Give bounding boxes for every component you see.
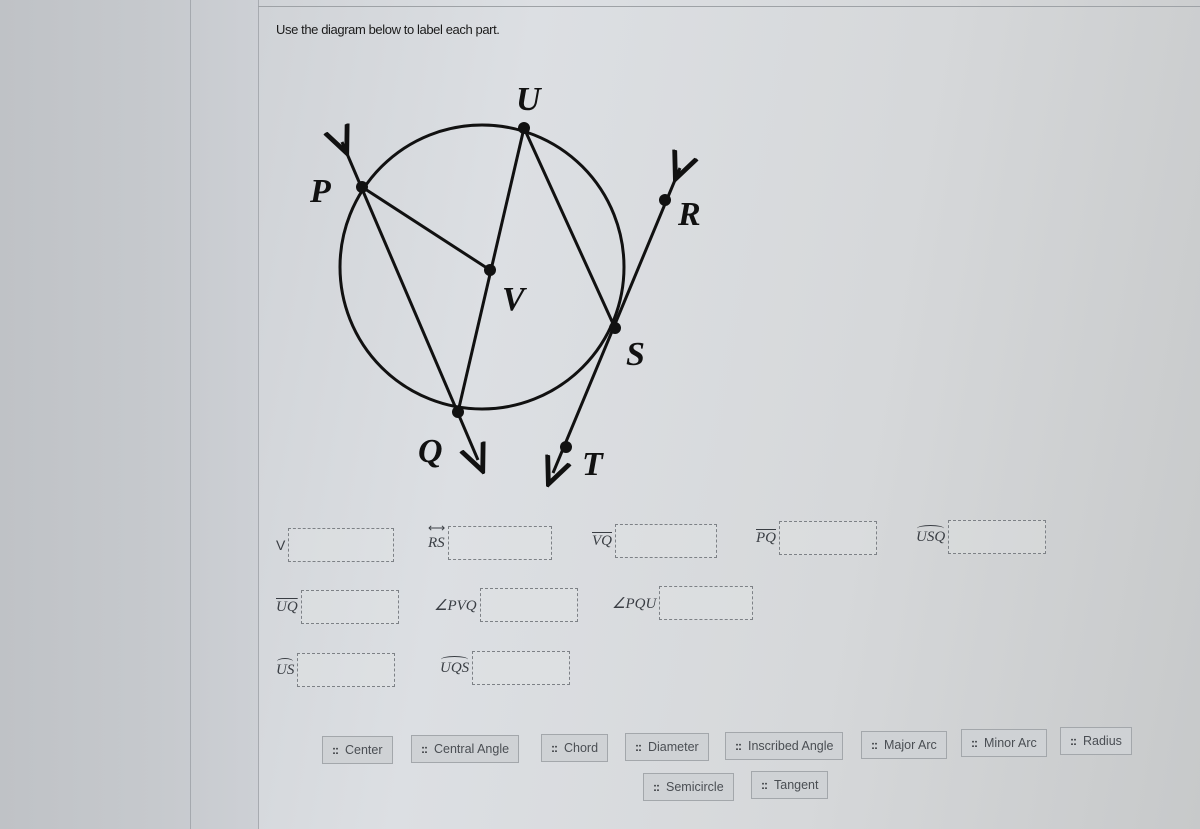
label-q: Q [418, 433, 443, 470]
field-label: UQ [276, 598, 298, 615]
segment-pv [361, 185, 491, 272]
circle [338, 123, 626, 411]
chip-label: Center [345, 743, 383, 757]
field-pqu: ∠PQU [612, 586, 754, 620]
drop-zone-v[interactable] [288, 528, 395, 562]
label-p: P [309, 173, 331, 210]
point-p [356, 181, 368, 193]
point-t [560, 441, 572, 453]
left-panel [0, 0, 259, 829]
label-u: U [516, 81, 543, 118]
drag-handle-icon: :: [761, 778, 768, 792]
chip-label: Semicircle [666, 780, 724, 794]
chip-label: Radius [1083, 734, 1122, 748]
drag-handle-icon: :: [971, 736, 978, 750]
drop-zone-us[interactable] [297, 653, 396, 687]
segment-us [522, 127, 617, 329]
field-pvq: ∠PVQ [434, 588, 578, 622]
field-label: UQS [440, 655, 470, 676]
answer-chip-center[interactable]: :: Center [322, 736, 393, 764]
field-label: V [276, 537, 286, 553]
drag-handle-icon: :: [871, 738, 878, 752]
point-s [609, 322, 621, 334]
field-v: V [276, 528, 395, 562]
drag-handle-icon: :: [735, 739, 742, 753]
drag-handle-icon: :: [653, 780, 660, 794]
drop-zone-usq[interactable] [948, 520, 1047, 554]
label-t: T [582, 446, 604, 483]
drag-handle-icon: :: [551, 741, 558, 755]
chip-label: Diameter [648, 740, 699, 754]
point-v [484, 264, 496, 276]
label-v: V [502, 281, 527, 318]
answer-chip-central-angle[interactable]: :: Central Angle [411, 735, 520, 763]
point-r [659, 194, 671, 206]
answer-chip-diameter[interactable]: :: Diameter [625, 733, 709, 761]
field-label: PQ [756, 529, 776, 546]
field-label: ∠PVQ [434, 597, 477, 614]
drop-zone-vq[interactable] [615, 524, 717, 558]
panel-divider [190, 0, 191, 829]
field-us: US [276, 653, 396, 687]
field-pq: PQ [756, 521, 877, 555]
drop-zone-pqu[interactable] [659, 586, 754, 620]
field-uqs: UQS [440, 651, 571, 685]
drag-handle-icon: :: [635, 740, 642, 754]
point-u [518, 122, 530, 134]
field-usq: USQ [916, 520, 1047, 554]
answer-chip-tangent[interactable]: :: Tangent [751, 771, 829, 799]
chip-label: Tangent [774, 778, 819, 792]
instruction-text: Use the diagram below to label each part… [276, 22, 500, 37]
field-vq: VQ [592, 524, 717, 558]
answer-chip-major-arc[interactable]: :: Major Arc [861, 731, 947, 759]
drop-zone-uq[interactable] [300, 590, 399, 624]
answer-chip-semicircle[interactable]: :: Semicircle [643, 773, 734, 801]
field-label: ∠PQU [612, 595, 657, 612]
drop-zone-pvq[interactable] [479, 588, 578, 622]
field-rs: RS [428, 521, 552, 560]
chip-label: Inscribed Angle [748, 739, 834, 753]
answer-chip-inscribed-angle[interactable]: :: Inscribed Angle [725, 732, 844, 760]
chip-label: Chord [564, 741, 599, 755]
drop-zone-pq[interactable] [779, 521, 877, 555]
line-rt [553, 168, 680, 473]
drag-handle-icon: :: [332, 743, 339, 757]
answer-chip-chord[interactable]: :: Chord [541, 734, 609, 762]
field-uq: UQ [276, 590, 399, 624]
label-s: S [626, 336, 645, 373]
chip-label: Central Angle [434, 742, 510, 756]
answer-chip-radius[interactable]: :: Radius [1060, 727, 1132, 755]
content-top-border [258, 0, 1200, 7]
page: Use the diagram below to label each part… [0, 0, 1200, 829]
field-label: RS [428, 521, 445, 552]
field-label: US [276, 657, 295, 678]
field-label: VQ [592, 532, 612, 549]
field-label: USQ [916, 524, 946, 545]
label-r: R [677, 196, 701, 233]
drop-zone-rs[interactable] [447, 526, 552, 560]
drop-zone-uqs[interactable] [472, 651, 571, 685]
chip-label: Minor Arc [984, 736, 1037, 750]
drag-handle-icon: :: [421, 742, 428, 756]
drag-handle-icon: :: [1070, 734, 1077, 748]
answer-chip-minor-arc[interactable]: :: Minor Arc [961, 729, 1047, 757]
circle-diagram: U P R V S Q T [309, 81, 701, 500]
chip-label: Major Arc [884, 738, 937, 752]
point-q [452, 406, 464, 418]
